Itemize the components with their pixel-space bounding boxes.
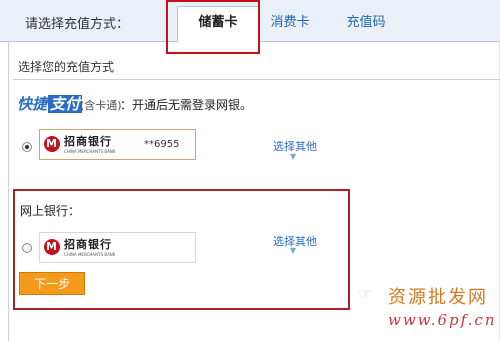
bank-name-en: CHINA MERCHANTS BANK	[64, 149, 116, 154]
quick-pay-description: ：开通后无需登录网银。	[120, 98, 253, 112]
card-number: **6955	[144, 139, 180, 150]
section-subtitle: 选择您的充值方式	[18, 60, 115, 74]
tab-recharge-code[interactable]: 充值码	[346, 7, 386, 41]
section-divider	[13, 79, 500, 80]
tab-consumer-card[interactable]: 消费卡	[270, 7, 310, 41]
panel-left-border	[8, 42, 9, 341]
cmb-logo-icon	[44, 239, 60, 255]
online-bank-card[interactable]: 招商银行 CHINA MERCHANTS BANK	[39, 232, 196, 263]
bank-name-en: CHINA MERCHANTS BANK	[64, 252, 116, 257]
quick-pay-logo-text: 快捷	[17, 95, 48, 113]
online-bank-label: 网上银行：	[20, 204, 81, 218]
quick-pay-logo-box: 支付	[48, 95, 83, 113]
quick-pay-logo: 快捷 支付	[17, 93, 83, 114]
watermark-title: 资源批发网	[388, 287, 488, 308]
quick-pay-note: (含卡通)	[80, 99, 122, 112]
decorative-pointer-icon: ☞	[358, 284, 373, 303]
next-step-button[interactable]: 下一步	[19, 272, 85, 295]
quick-pay-radio[interactable]	[22, 142, 32, 152]
chevron-down-icon[interactable]: ▼	[290, 246, 296, 255]
page-title: 请选择充值方式：	[25, 17, 130, 32]
watermark-url: www.6pf.cn	[388, 311, 497, 329]
quick-pay-bank-card[interactable]: 招商银行 CHINA MERCHANTS BANK **6955	[39, 129, 196, 160]
online-bank-radio[interactable]	[22, 243, 32, 253]
bank-name: 招商银行	[64, 238, 112, 251]
tab-highlight-frame	[166, 0, 260, 54]
bank-name: 招商银行	[64, 135, 112, 148]
cmb-logo-icon	[44, 136, 60, 152]
chevron-down-icon[interactable]: ▼	[290, 152, 296, 161]
